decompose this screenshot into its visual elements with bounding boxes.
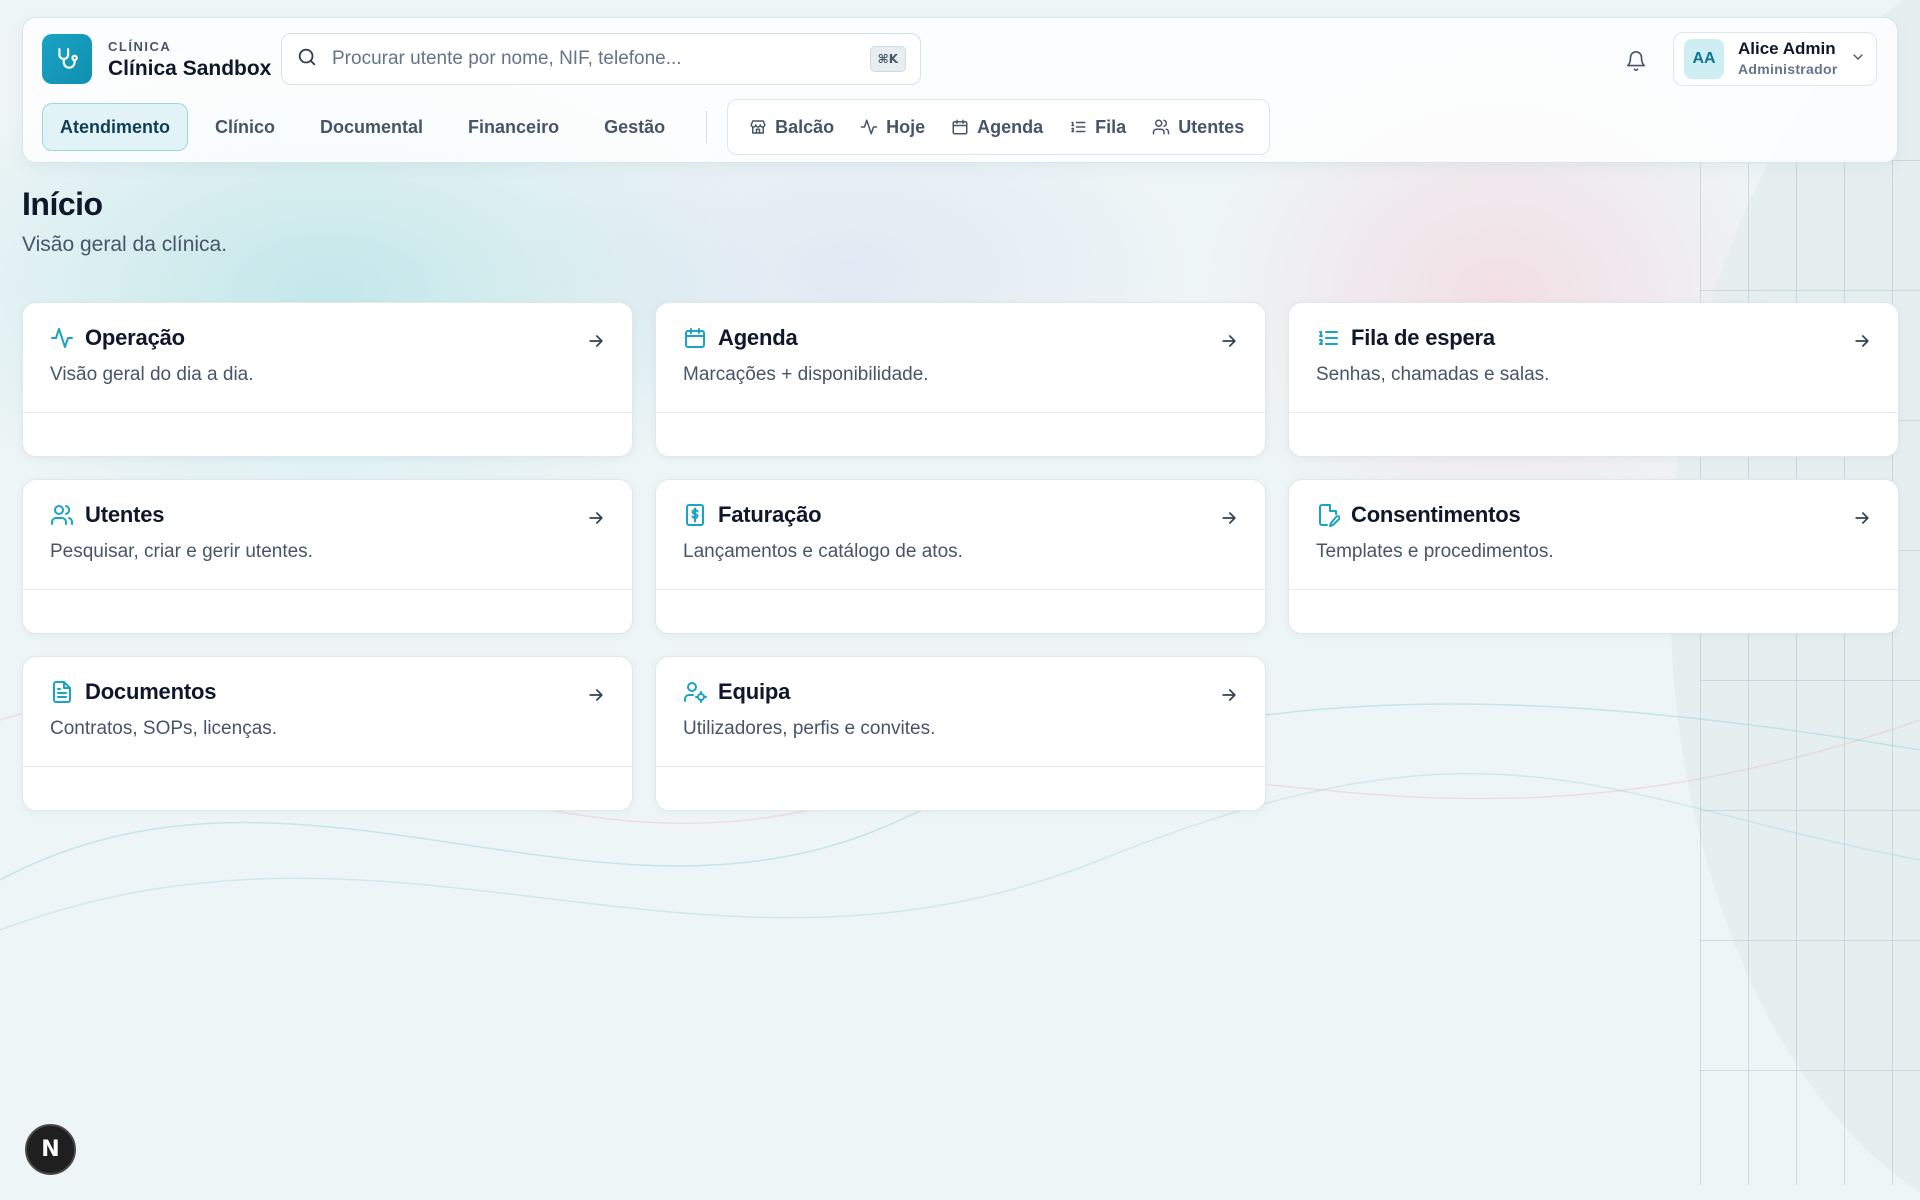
arrow-right-icon — [589, 512, 603, 524]
card-title: Operação — [85, 325, 185, 350]
card-operacao[interactable]: Operação Visão geral do dia a dia. — [22, 302, 633, 457]
arrow-right-icon — [1222, 335, 1236, 347]
card-title: Consentimentos — [1351, 502, 1521, 527]
user-menu-button[interactable]: AA Alice Admin Administrador — [1673, 32, 1877, 86]
card-description: Senhas, chamadas e salas. — [1316, 364, 1550, 385]
card-consentimentos[interactable]: Consentimentos Templates e procedimentos… — [1288, 479, 1899, 634]
page-title: Início — [22, 186, 103, 222]
quick-link-label: Agenda — [977, 116, 1044, 137]
file-text-icon — [53, 681, 71, 703]
tab-atendimento[interactable]: Atendimento — [42, 103, 188, 151]
stethoscope-icon — [42, 34, 92, 84]
quick-link-agenda[interactable]: Agenda — [940, 107, 1054, 147]
card-title: Faturação — [718, 502, 822, 527]
card-description: Visão geral do dia a dia. — [50, 364, 254, 385]
activity-icon — [860, 119, 878, 135]
dev-tools-badge[interactable]: N — [25, 1124, 76, 1175]
arrow-right-icon — [1855, 335, 1869, 347]
module-cards: Operação Visão geral do dia a dia. Agend… — [22, 302, 1899, 811]
tab-gestao[interactable]: Gestão — [586, 103, 683, 151]
card-description: Pesquisar, criar e gerir utentes. — [50, 541, 313, 562]
quick-link-label: Hoje — [886, 116, 926, 137]
quick-link-label: Fila — [1095, 116, 1127, 137]
card-faturacao[interactable]: Faturação Lançamentos e catálogo de atos… — [655, 479, 1266, 634]
card-title: Equipa — [718, 679, 791, 704]
quick-link-label: Balcão — [775, 116, 835, 137]
quick-link-balcao[interactable]: Balcão — [738, 107, 845, 147]
card-documentos[interactable]: Documentos Contratos, SOPs, licenças. — [22, 656, 633, 811]
card-description: Templates e procedimentos. — [1316, 541, 1554, 562]
list-ordered-icon — [1071, 121, 1086, 133]
quick-link-fila[interactable]: Fila — [1058, 107, 1137, 147]
search-box[interactable]: ⌘K — [281, 33, 921, 85]
file-signature-icon — [1319, 504, 1340, 527]
card-equipa[interactable]: Equipa Utilizadores, perfis e convites. — [655, 656, 1266, 811]
brand-name: Clínica Sandbox — [108, 56, 272, 80]
card-description: Contratos, SOPs, licenças. — [50, 718, 278, 739]
users-icon — [51, 505, 74, 525]
list-ordered-icon — [1319, 331, 1338, 345]
main-nav: Atendimento Clínico Documental Financeir… — [42, 99, 1271, 155]
tab-documental[interactable]: Documental — [302, 103, 441, 151]
page-header: Início Visão geral da clínica. — [22, 186, 227, 257]
quick-links: Balcão Hoje Agenda Fila Utentes — [727, 99, 1271, 155]
nav-divider — [706, 111, 708, 143]
chevron-down-icon — [1850, 49, 1866, 70]
brand[interactable]: CLÍNICA Clínica Sandbox — [42, 34, 271, 84]
calendar-icon — [952, 119, 968, 135]
card-title: Utentes — [85, 502, 165, 527]
search-icon — [296, 46, 318, 73]
search-input[interactable] — [332, 48, 870, 70]
card-fila-de-espera[interactable]: Fila de espera Senhas, chamadas e salas. — [1288, 302, 1899, 457]
page-subtitle: Visão geral da clínica. — [22, 233, 228, 256]
card-utentes[interactable]: Utentes Pesquisar, criar e gerir utentes… — [22, 479, 633, 634]
card-agenda[interactable]: Agenda Marcações + disponibilidade. — [655, 302, 1266, 457]
quick-link-hoje[interactable]: Hoje — [849, 107, 936, 147]
card-description: Marcações + disponibilidade. — [683, 364, 929, 385]
activity-icon — [51, 328, 73, 348]
card-title: Agenda — [718, 325, 798, 350]
users-icon — [1152, 119, 1170, 135]
arrow-right-icon — [1222, 512, 1236, 524]
arrow-right-icon — [1222, 689, 1236, 701]
search-shortcut-badge: ⌘K — [869, 46, 906, 72]
store-icon — [750, 120, 766, 134]
calendar-icon — [685, 328, 705, 348]
arrow-right-icon — [589, 335, 603, 347]
card-title: Documentos — [85, 679, 217, 704]
card-title: Fila de espera — [1351, 325, 1495, 350]
top-bar: CLÍNICA Clínica Sandbox ⌘K AA Alice Admi… — [22, 17, 1898, 163]
bell-icon[interactable] — [1621, 46, 1651, 76]
user-name: Alice Admin — [1738, 39, 1836, 59]
card-description: Utilizadores, perfis e convites. — [683, 718, 936, 739]
quick-link-label: Utentes — [1178, 116, 1245, 137]
quick-link-utentes[interactable]: Utentes — [1141, 107, 1255, 147]
receipt-icon — [686, 504, 704, 526]
user-role: Administrador — [1738, 61, 1838, 78]
tab-clinico[interactable]: Clínico — [197, 103, 293, 151]
tab-financeiro[interactable]: Financeiro — [450, 103, 577, 151]
brand-kicker: CLÍNICA — [108, 38, 172, 54]
card-description: Lançamentos e catálogo de atos. — [683, 541, 963, 562]
arrow-right-icon — [589, 689, 603, 701]
avatar: AA — [1684, 39, 1724, 79]
arrow-right-icon — [1855, 512, 1869, 524]
user-cog-icon — [684, 682, 707, 703]
